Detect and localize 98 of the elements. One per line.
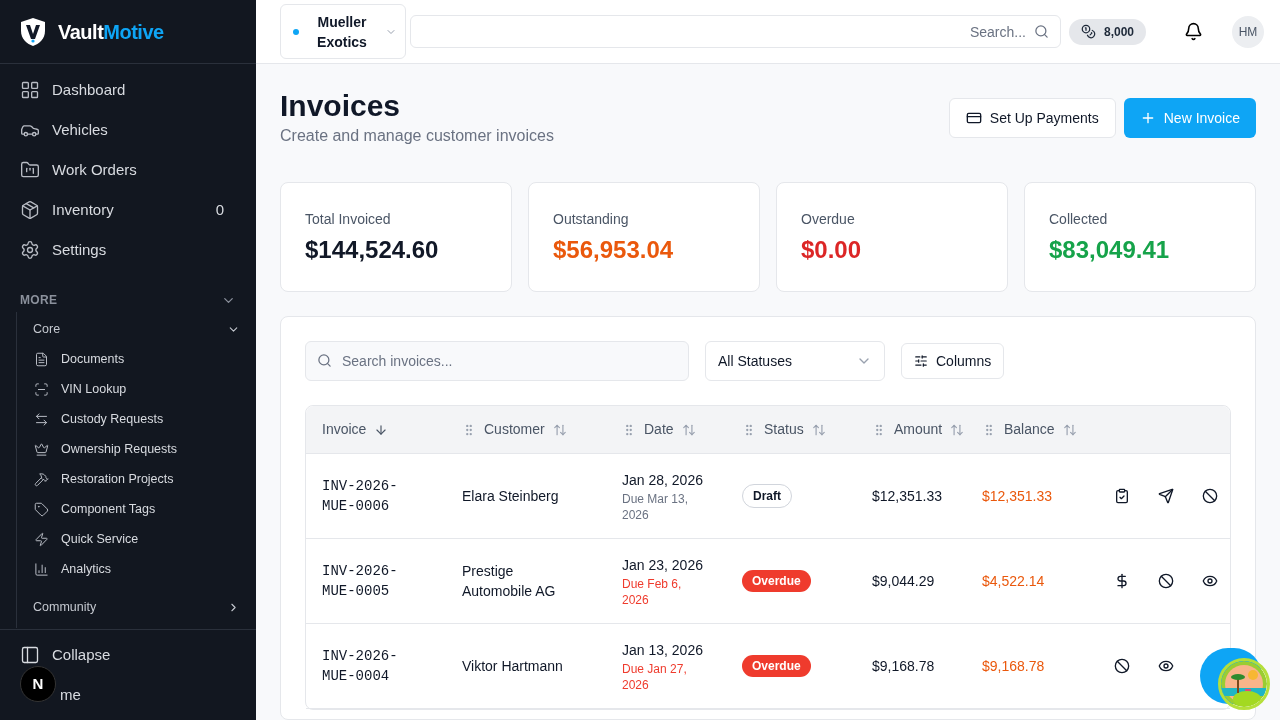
invoice-number: INV-2026-MUE-0005 [322,562,399,601]
setup-payments-button[interactable]: Set Up Payments [948,98,1116,138]
shield-logo-icon [20,16,46,47]
customer-name: Viktor Hartmann [462,657,564,676]
brand-name: VaultMotive [58,19,164,45]
sidebar-subitem[interactable]: Quick Service [17,524,240,554]
folder-icon [20,160,40,180]
sidebar-item[interactable]: me [60,684,81,706]
sidebar-subitem[interactable]: Analytics [17,554,240,584]
due-date: Due Feb 6, 2026 [622,575,683,608]
document-icon [34,351,49,367]
column-header[interactable]: Invoice [322,419,462,440]
amount: $9,044.29 [872,571,936,591]
sidebar-item[interactable]: Vehicles [12,110,244,150]
column-header[interactable]: Amount [872,419,982,440]
stat-value: $56,953.04 [553,235,675,265]
search-icon [1033,24,1049,39]
grid-icon [20,80,40,100]
amount: $9,168.78 [872,656,936,676]
stat-value: $144,524.60 [305,235,440,265]
due-date: Due Jan 27, 2026 [622,660,688,693]
sort-icon [552,422,567,437]
amount: $12,351.33 [872,486,944,506]
tag-icon [34,501,49,517]
credits-badge[interactable]: 8,000 [1068,18,1146,45]
column-header[interactable]: Status [742,419,872,440]
sidebar-item[interactable]: Inventory 0 [12,190,244,230]
stat-label: Overdue [801,210,856,229]
bell-icon [1183,22,1203,41]
inventory-count: 0 [215,199,225,220]
invoice-number: INV-2026-MUE-0006 [322,477,399,516]
balance: $9,168.78 [982,656,1046,676]
status-badge: Overdue [742,570,811,592]
eye-icon [1202,573,1218,589]
sidebar-subitem[interactable]: Restoration Projects [17,464,240,494]
ban-icon [1202,488,1218,504]
balance: $12,351.33 [982,486,1054,506]
sidebar-item[interactable]: Dashboard [12,70,244,110]
page-title: Invoices [280,90,402,122]
search-icon [317,353,332,368]
due-date: Due Mar 13, 2026 [622,490,690,523]
ban-icon [1114,658,1130,674]
sidebar-item[interactable]: Settings [12,230,244,270]
sidebar-subitem[interactable]: Custody Requests [17,404,240,434]
invoice-date: Jan 28, 2026 [622,470,704,490]
crown-icon [34,441,49,457]
column-header[interactable]: Balance [982,419,1102,440]
column-header[interactable]: Date [622,419,742,440]
stat-label: Total Invoiced [305,210,392,229]
page-subtitle: Create and manage customer invoices [280,126,554,146]
more-section-toggle[interactable]: MORE [20,288,236,312]
sort-icon [811,422,826,437]
stat-label: Collected [1049,210,1109,229]
sort-icon [950,422,965,437]
sliders-icon [914,354,928,368]
sidebar-subitem[interactable]: VIN Lookup [17,374,240,404]
package-icon [20,200,40,220]
invoice-number: INV-2026-MUE-0004 [322,647,399,686]
sidebar-subitem[interactable]: Component Tags [17,494,240,524]
bar-chart-icon [34,561,49,577]
invoice-search-field[interactable]: Search invoices... [305,341,689,381]
workspace-selector[interactable]: Mueller Exotics [280,4,406,59]
customer-name: Prestige Automobile AG [462,562,557,601]
arrows-icon [34,411,49,427]
dollar-icon [1114,573,1130,589]
stat-value: $0.00 [801,235,863,265]
column-header[interactable]: Customer [462,419,622,440]
stat-value: $83,049.41 [1049,235,1171,265]
card-icon [965,110,982,126]
search-field[interactable]: Search... [410,15,1061,48]
scan-icon [34,381,49,397]
status-filter[interactable]: All Statuses [705,341,885,381]
sidebar-subitem[interactable]: Documents [17,344,240,374]
invoice-date: Jan 23, 2026 [622,555,704,575]
send-icon [1158,488,1174,504]
sort-icon [1062,422,1077,437]
hammer-icon [34,471,49,487]
status-badge: Draft [742,484,792,508]
settings-icon [20,240,40,260]
group-toggle[interactable]: Core [17,314,240,344]
coins-icon [1080,24,1096,39]
ban-icon [1158,573,1174,589]
customer-name: Elara Steinberg [462,487,560,506]
invoice-date: Jan 13, 2026 [622,640,704,660]
panel-icon [20,645,40,665]
group-toggle[interactable]: Community [17,592,240,622]
stat-label: Outstanding [553,210,630,229]
collapse-button[interactable]: Collapse [20,644,236,666]
clipboard-icon [1114,488,1130,504]
user-avatar[interactable]: HM [1232,15,1264,48]
lightning-icon [34,531,49,547]
sidebar-subitem[interactable]: Ownership Requests [17,434,240,464]
sort-icon [681,422,696,437]
balance: $4,522.14 [982,571,1046,591]
eye-icon [1158,658,1174,674]
sidebar-item[interactable]: Work Orders [12,150,244,190]
columns-button[interactable]: Columns [901,343,1005,379]
status-badge: Overdue [742,655,811,677]
